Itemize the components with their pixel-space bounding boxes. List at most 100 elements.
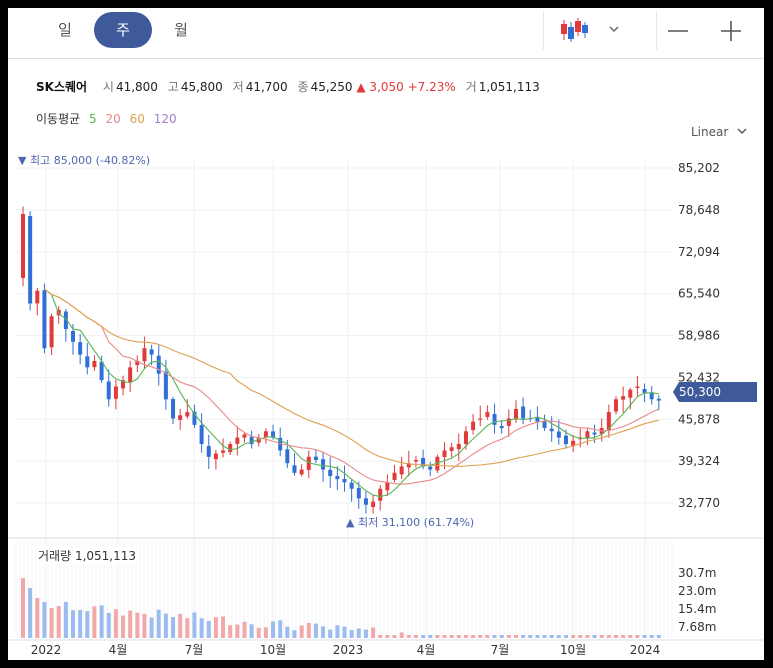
volume-bar (535, 635, 540, 638)
volume-bar (521, 635, 526, 638)
candle (378, 488, 383, 501)
candle (521, 406, 526, 419)
candle (342, 478, 347, 483)
volume-bar (342, 626, 347, 638)
volume-bar (642, 635, 647, 638)
volume-panel-label: 거래량 (38, 549, 72, 563)
volume-bar (71, 610, 76, 638)
volume-bar (113, 609, 118, 638)
volume-bar (499, 635, 504, 638)
volume-bar (149, 617, 154, 638)
volume-bar (406, 635, 411, 638)
volume-bar (328, 629, 333, 638)
x-tick-label: 10월 (260, 643, 286, 657)
candle (371, 501, 376, 508)
volume-bar (385, 635, 390, 638)
candle (471, 421, 476, 431)
volume-bar (621, 635, 626, 638)
volume-bar (185, 618, 190, 638)
volume-bar (313, 623, 318, 638)
volume-bar (392, 635, 397, 638)
candle (28, 215, 33, 304)
volume-bar (171, 617, 176, 638)
candle (363, 498, 368, 505)
volume-bar (563, 635, 568, 638)
candle (413, 460, 418, 462)
volume-tick-label: 23.0m (678, 584, 716, 598)
candle (321, 459, 326, 470)
candle (128, 367, 133, 383)
volume-bar (456, 635, 461, 638)
volume-bar (35, 598, 40, 638)
volume-bar (42, 601, 47, 638)
candle (299, 469, 304, 475)
candle (263, 431, 268, 438)
volume-bar (628, 635, 633, 638)
candle (213, 453, 218, 460)
candle (71, 330, 76, 342)
candle (178, 415, 183, 420)
y-tick-label: 78,648 (678, 203, 720, 217)
x-tick-label: 10월 (560, 643, 586, 657)
volume-bar (513, 635, 518, 638)
volume-bar (599, 635, 604, 638)
x-tick-label: 4월 (417, 643, 436, 657)
volume-bar (271, 621, 276, 638)
volume-bar (135, 612, 140, 638)
volume-bar (199, 618, 204, 638)
candle (499, 426, 504, 429)
volume-bar (156, 609, 161, 638)
ma-5-line (44, 288, 659, 497)
volume-bar (463, 635, 468, 638)
candle (613, 399, 618, 412)
volume-bar (206, 620, 211, 638)
candle (492, 413, 497, 425)
x-tick-label: 4월 (109, 643, 128, 657)
volume-bar (442, 635, 447, 638)
volume-bar (249, 624, 254, 638)
candle (549, 428, 554, 432)
current-price-tag: 50,300 (673, 382, 757, 402)
candle (228, 444, 233, 453)
volume-bar (542, 635, 547, 638)
volume-bar (321, 626, 326, 638)
candle (285, 449, 290, 464)
candle (356, 487, 361, 499)
volume-tick-label: 15.4m (678, 602, 716, 616)
candle (85, 356, 90, 368)
candle (156, 355, 161, 374)
volume-bar (242, 621, 247, 638)
volume-bar (635, 635, 640, 638)
candle (642, 388, 647, 393)
candle (149, 349, 154, 355)
volume-bar (92, 606, 97, 638)
candle (313, 456, 318, 461)
volume-bar (485, 635, 490, 638)
candle (349, 482, 354, 489)
volume-bar (571, 635, 576, 638)
y-tick-label: 39,324 (678, 454, 720, 468)
candle (399, 466, 404, 475)
volume-bar (649, 635, 654, 638)
candle (449, 447, 454, 451)
chart-frame: 일 주 월 SK스퀘어 시 41,800 고 45,800 저 41,700 종… (8, 8, 764, 660)
volume-bar (421, 635, 426, 638)
candle (21, 214, 25, 278)
volume-bar (278, 620, 283, 638)
volume-bar (606, 635, 611, 638)
x-tick-label: 7월 (185, 643, 204, 657)
candle (485, 412, 490, 417)
volume-bar (21, 578, 25, 638)
candle (328, 469, 333, 476)
candle (106, 381, 111, 400)
volume-bar (178, 613, 183, 638)
candle (442, 450, 447, 458)
candle (335, 475, 340, 480)
volume-bar (56, 606, 61, 638)
volume-bar (292, 630, 297, 638)
volume-bar (471, 635, 476, 638)
volume-bar (63, 601, 68, 638)
candle (242, 434, 247, 438)
volume-bar (163, 613, 168, 638)
candle (92, 360, 97, 368)
